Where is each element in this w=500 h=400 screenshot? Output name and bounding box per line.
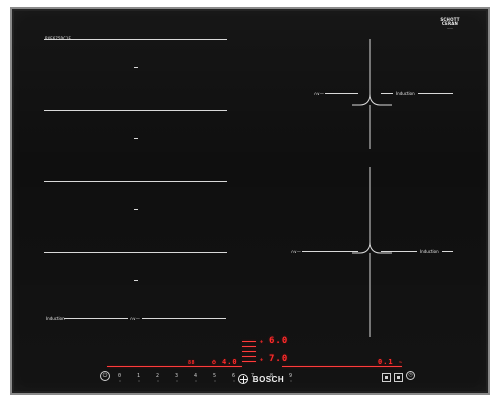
left-induction-label: Induction <box>46 316 65 321</box>
right-mid-right-end-line <box>442 251 453 252</box>
brand-mark-line-3: —— <box>447 26 453 31</box>
left-zone-center-mark-3 <box>134 209 138 210</box>
slider-step-4-label: 4 <box>193 373 198 379</box>
red-indicator-mid-left <box>242 356 256 357</box>
red-indicator-top-left <box>242 341 256 342</box>
right-mid-divider-curve <box>352 167 392 337</box>
brand-logo: BOSCH <box>230 371 292 387</box>
red-bar-right <box>282 366 402 367</box>
red-bar-left <box>107 366 242 367</box>
slider-step-1-label: 1 <box>136 373 141 379</box>
mid-power-display: 7.0 <box>269 354 289 364</box>
right-top-divider-curve <box>352 39 392 149</box>
slider-step-3[interactable]: 3 <box>167 372 186 382</box>
left-perfectfry-icon: ∩∨— <box>130 316 140 321</box>
bosch-mark-icon <box>237 374 248 384</box>
slider-step-2[interactable]: 2 <box>148 372 167 382</box>
right-power-display: 0.1 <box>378 358 394 366</box>
right-mid-induction-label: Induction <box>420 249 439 254</box>
brand-name: BOSCH <box>252 374 285 384</box>
left-induction-line <box>64 318 128 319</box>
left-zone-center-mark-4 <box>134 280 138 281</box>
mid-plus-icon: + <box>260 357 264 363</box>
left-zone-line-3 <box>44 181 227 182</box>
top-power-display: 6.0 <box>269 336 289 346</box>
right-mid-left-line <box>302 251 358 252</box>
slider-step-0-label: 0 <box>117 373 122 379</box>
slider-step-1[interactable]: 1 <box>129 372 148 382</box>
left-power-display: 4.0 <box>222 358 238 366</box>
right-mid-divider-svg <box>352 167 392 337</box>
right-unit-icon: ~ <box>399 360 403 366</box>
right-top-right-line <box>418 93 453 94</box>
right-mid-icon: ∩∨— <box>291 249 301 254</box>
left-zone-center-mark-1 <box>134 67 138 68</box>
slider-step-0[interactable]: 0 <box>110 372 129 382</box>
red-indicator-mid-left-2 <box>242 361 256 362</box>
left-zone-line-1 <box>44 39 227 40</box>
slider-step-3-label: 3 <box>174 373 179 379</box>
top-plus-icon: + <box>260 339 264 345</box>
right-top-induction-label: Induction <box>396 91 415 96</box>
power-button[interactable]: ⏻ <box>100 371 110 381</box>
left-zone-line-2 <box>44 110 227 111</box>
slider-step-5[interactable]: 5 <box>205 372 224 382</box>
left-zone-line-4 <box>44 252 227 253</box>
cooktop-surface: PXE675DC1E SCHOTT CERAN —— Induction ∩∨—… <box>10 7 490 395</box>
right-top-icon: ∩∨— <box>314 91 324 96</box>
red-indicator-top-left-2 <box>242 346 256 347</box>
left-zone-center-mark-2 <box>134 138 138 139</box>
red-indicator-top-left-3 <box>242 351 256 352</box>
right-top-divider-svg <box>352 39 392 149</box>
slider-step-5-label: 5 <box>212 373 217 379</box>
slider-step-2-label: 2 <box>155 373 160 379</box>
left-perfectfry-line <box>142 318 226 319</box>
slider-step-4[interactable]: 4 <box>186 372 205 382</box>
glass-brand-mark: SCHOTT CERAN —— <box>435 15 465 33</box>
